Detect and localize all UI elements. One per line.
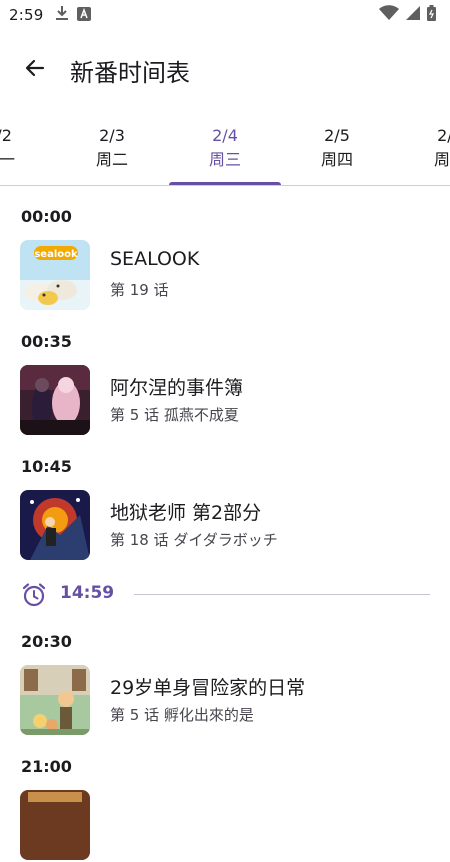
- tab-day[interactable]: 2/6 周五: [394, 110, 450, 185]
- anime-item[interactable]: 29岁单身冒险家的日常 第 5 话 孵化出來的是: [0, 663, 450, 737]
- tab-day[interactable]: 2/3 周二: [56, 110, 168, 185]
- tab-day[interactable]: 2/2 周一: [0, 110, 55, 185]
- anime-title: 阿尔涅的事件簿: [110, 377, 244, 399]
- time-header: 21:00: [21, 757, 72, 776]
- anime-episode: 第 5 话 孵化出來的是: [110, 706, 254, 724]
- status-time: 2:59: [9, 6, 44, 24]
- current-time-line: [134, 594, 430, 595]
- time-header: 20:30: [21, 632, 72, 651]
- anime-title: 29岁单身冒险家的日常: [110, 677, 306, 699]
- tab-weekday: 周四: [320, 149, 353, 169]
- anime-cover: [20, 665, 90, 735]
- anime-episode: 第 18 话 ダイダラボッチ: [110, 531, 278, 549]
- time-header: 10:45: [21, 457, 72, 476]
- tab-weekday: 周二: [95, 149, 128, 169]
- tab-day-selected[interactable]: 2/4 周三: [169, 110, 281, 185]
- tab-date: 2/3: [99, 125, 125, 145]
- tab-weekday: 周三: [208, 149, 241, 169]
- current-time: 14:59: [60, 583, 115, 603]
- anime-item[interactable]: 地狱老师 第2部分 第 18 话 ダイダラボッチ: [0, 488, 450, 562]
- anime-cover: sealook: [20, 240, 90, 310]
- anime-cover: [20, 790, 90, 860]
- tab-day[interactable]: 2/5 周四: [281, 110, 393, 185]
- tab-weekday: 周五: [433, 149, 450, 169]
- app-bar: 新番时间表: [0, 38, 450, 102]
- anime-episode: 第 19 话: [110, 281, 169, 299]
- anime-cover: [20, 490, 90, 560]
- tab-date: 2/4: [212, 125, 238, 145]
- wifi-icon: [379, 5, 399, 25]
- download-icon: [55, 5, 69, 25]
- time-header: 00:35: [21, 332, 72, 351]
- alarm-clock-icon: [21, 582, 47, 612]
- anime-episode: 第 5 话 孤燕不成夏: [110, 406, 239, 424]
- arrow-back-icon: [23, 56, 47, 84]
- current-time-indicator: 14:59: [0, 578, 450, 612]
- anime-item[interactable]: sealook SEALOOK 第 19 话: [0, 238, 450, 312]
- status-bar: 2:59: [0, 0, 450, 30]
- anime-cover: [20, 365, 90, 435]
- time-header: 00:00: [21, 207, 72, 226]
- signal-icon: [405, 5, 421, 25]
- tab-date: 2/6: [437, 125, 450, 145]
- svg-text:sealook: sealook: [34, 249, 78, 260]
- tab-date: 2/5: [324, 125, 350, 145]
- tab-weekday: 周一: [0, 149, 15, 169]
- page-title: 新番时间表: [70, 58, 190, 87]
- anime-item[interactable]: [0, 788, 450, 862]
- anime-title: SEALOOK: [110, 248, 200, 270]
- anime-item[interactable]: 阿尔涅的事件簿 第 5 话 孤燕不成夏: [0, 363, 450, 437]
- tab-date: 2/2: [0, 125, 12, 145]
- day-tabs: 2/2 周一 2/3 周二 2/4 周三 2/5 周四 2/6 周五: [0, 110, 450, 186]
- back-button[interactable]: [11, 46, 59, 94]
- tab-indicator: [169, 182, 281, 185]
- app-notification-icon: [77, 6, 92, 25]
- anime-title: 地狱老师 第2部分: [110, 502, 262, 524]
- battery-icon: [427, 5, 436, 25]
